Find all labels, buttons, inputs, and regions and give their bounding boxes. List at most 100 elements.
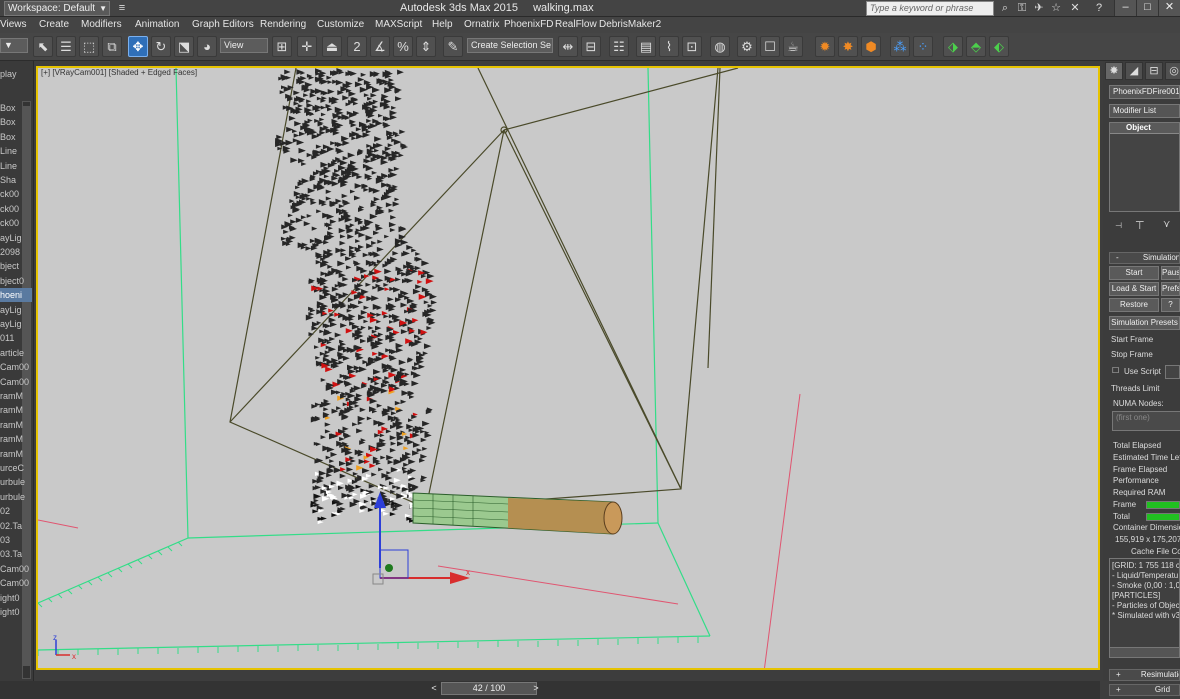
sign-in-icon[interactable]: ✈	[1032, 1, 1046, 15]
scene-list-item[interactable]: 2098	[0, 245, 32, 259]
reference-coordinate-dropdown[interactable]: View	[220, 38, 268, 53]
mirror-tool[interactable]: ⇹	[558, 36, 578, 57]
key-icon[interactable]: ⚿	[1015, 1, 1029, 15]
resimulation-rollout[interactable]: + Resimulation	[1109, 669, 1180, 681]
scene-list-item[interactable]: bject	[0, 259, 32, 273]
scene-list-item[interactable]: 02	[0, 504, 32, 518]
scene-list-item[interactable]: Box	[0, 115, 32, 129]
scene-list-item[interactable]: ck00	[0, 216, 32, 230]
scene-explorer-tool[interactable]: ▤	[636, 36, 656, 57]
close-button[interactable]: ✕	[1158, 0, 1180, 16]
scene-list-item[interactable]: Cam00	[0, 360, 32, 374]
menu-rendering[interactable]: Rendering	[260, 19, 306, 30]
scene-list-item[interactable]: ck00	[0, 187, 32, 201]
named-selection-dropdown[interactable]: Create Selection Se	[467, 38, 553, 53]
quick-access-icon[interactable]: ≡	[115, 1, 129, 15]
menu-help[interactable]: Help	[432, 19, 453, 30]
menu-create[interactable]: Create	[39, 19, 69, 30]
scene-list-item[interactable]: urbule	[0, 490, 32, 504]
select-manipulate-tool[interactable]: ✛	[297, 36, 317, 57]
help-icon[interactable]: ?	[1092, 1, 1106, 15]
modifier-stack-item[interactable]: Object	[1110, 123, 1179, 134]
scene-list-item[interactable]: Cam00	[0, 562, 32, 576]
scene-list-item[interactable]: ramM	[0, 432, 32, 446]
simulation-rollout[interactable]: - Simulation	[1109, 252, 1180, 264]
scene-list-item[interactable]: ramM	[0, 447, 32, 461]
scene-list-item[interactable]: Box	[0, 130, 32, 144]
scene-list-item[interactable]: Cam00	[0, 375, 32, 389]
phoenix-fire-icon[interactable]: ✹	[815, 36, 835, 57]
motion-tab-icon[interactable]: ◎	[1165, 62, 1180, 80]
exchange-icon[interactable]: ✕	[1068, 1, 1082, 15]
phoenix-source-icon[interactable]: ⬢	[861, 36, 881, 57]
scene-list-item[interactable]: Box	[0, 101, 32, 115]
workspace-dropdown[interactable]: Workspace: Default ▼	[4, 1, 110, 16]
hierarchy-tab-icon[interactable]: ⊟	[1145, 62, 1163, 80]
particle-flow-icon[interactable]: ⁂	[890, 36, 910, 57]
scene-list-item[interactable]: ramM	[0, 403, 32, 417]
make-unique-icon[interactable]: ⋎	[1163, 219, 1170, 230]
scene-list-item[interactable]: Cam00	[0, 576, 32, 590]
select-rotate-tool[interactable]: ↻	[151, 36, 171, 57]
binoculars-icon[interactable]: ⌕	[998, 1, 1012, 15]
scene-list-item[interactable]: 03.Ta	[0, 547, 32, 561]
menu-views[interactable]: Views	[0, 19, 27, 30]
modifier-list-dropdown[interactable]: Modifier List	[1109, 104, 1180, 118]
scene-list-item[interactable]: urbule	[0, 475, 32, 489]
render-production-tool[interactable]: ☕	[783, 36, 803, 57]
named-selection-edit-tool[interactable]: ✎	[443, 36, 463, 57]
align-tool[interactable]: ⊟	[581, 36, 601, 57]
material-editor-tool[interactable]: ◍	[710, 36, 730, 57]
scene-list-item[interactable]: ck00	[0, 202, 32, 216]
scene-list-item[interactable]: Sha	[0, 173, 32, 187]
grid-rollout[interactable]: + Grid	[1109, 684, 1180, 696]
select-scale-tool[interactable]: ⬔	[174, 36, 194, 57]
scene-list-item[interactable]: 011	[0, 331, 32, 345]
curve-editor-tool[interactable]: ⌇	[659, 36, 679, 57]
use-script-checkbox[interactable]: ☐	[1112, 366, 1119, 375]
menu-customize[interactable]: Customize	[317, 19, 364, 30]
menu-realflow[interactable]: RealFlow	[555, 19, 597, 30]
prefs-button[interactable]: Prefs	[1161, 282, 1180, 296]
angle-snap-tool[interactable]: ∡	[370, 36, 390, 57]
scene-list-item[interactable]: ayLig	[0, 303, 32, 317]
selection-filter-dropdown[interactable]: ▼	[0, 38, 28, 53]
scene-list-item[interactable]: Line	[0, 144, 32, 158]
scene-list-item[interactable]: ramM	[0, 418, 32, 432]
scene-list-item[interactable]: ayLig	[0, 317, 32, 331]
create-tab-icon[interactable]: ✸	[1105, 62, 1123, 80]
menu-debrismaker2[interactable]: DebrisMaker2	[599, 19, 661, 30]
scene-list-item[interactable]: article	[0, 346, 32, 360]
scene-list-item[interactable]: 03	[0, 533, 32, 547]
menu-animation[interactable]: Animation	[135, 19, 179, 30]
pin-stack-icon[interactable]: ⊣	[1115, 221, 1122, 230]
minimize-button[interactable]: –	[1114, 0, 1136, 16]
modify-tab-icon[interactable]: ◢	[1125, 62, 1143, 80]
scene-list-item[interactable]: ight0	[0, 591, 32, 605]
realflow-emitter-icon[interactable]: ⬗	[943, 36, 963, 57]
viewport-canvas[interactable]: x z x	[38, 68, 1100, 670]
pause-button[interactable]: Pause	[1161, 266, 1180, 280]
place-tool[interactable]: ◕	[197, 36, 217, 57]
menu-ornatrix[interactable]: Ornatrix	[464, 19, 500, 30]
simulation-presets-button[interactable]: Simulation Presets	[1109, 316, 1180, 330]
realflow-domain-icon[interactable]: ⬘	[966, 36, 986, 57]
viewport-camera[interactable]: x z x [+] [VRayCam001] [Shaded + Edged F…	[36, 66, 1100, 670]
layer-manager-tool[interactable]: ☷	[609, 36, 629, 57]
search-input[interactable]: Type a keyword or phrase	[866, 1, 994, 16]
star-icon[interactable]: ☆	[1049, 1, 1063, 15]
menu-graph-editors[interactable]: Graph Editors	[192, 19, 254, 30]
restore-button[interactable]: Restore	[1109, 298, 1159, 312]
select-object-tool[interactable]: ⬉	[33, 36, 53, 57]
log-scrollbar[interactable]	[1109, 647, 1180, 658]
scene-list-item[interactable]: urceC	[0, 461, 32, 475]
spinner-snap-tool[interactable]: ⇕	[416, 36, 436, 57]
schematic-view-tool[interactable]: ⊡	[682, 36, 702, 57]
cache-info-log[interactable]: [GRID: 1 755 118 c - Liquid/Temperatu - …	[1109, 558, 1180, 658]
phoenix-liquid-icon[interactable]: ✸	[838, 36, 858, 57]
scene-list-item[interactable]: bject0	[0, 274, 32, 288]
keyboard-shortcut-tool[interactable]: ⏏	[322, 36, 342, 57]
region-select-tool[interactable]: ⬚	[79, 36, 99, 57]
start-button[interactable]: Start	[1109, 266, 1159, 280]
menu-modifiers[interactable]: Modifiers	[81, 19, 122, 30]
